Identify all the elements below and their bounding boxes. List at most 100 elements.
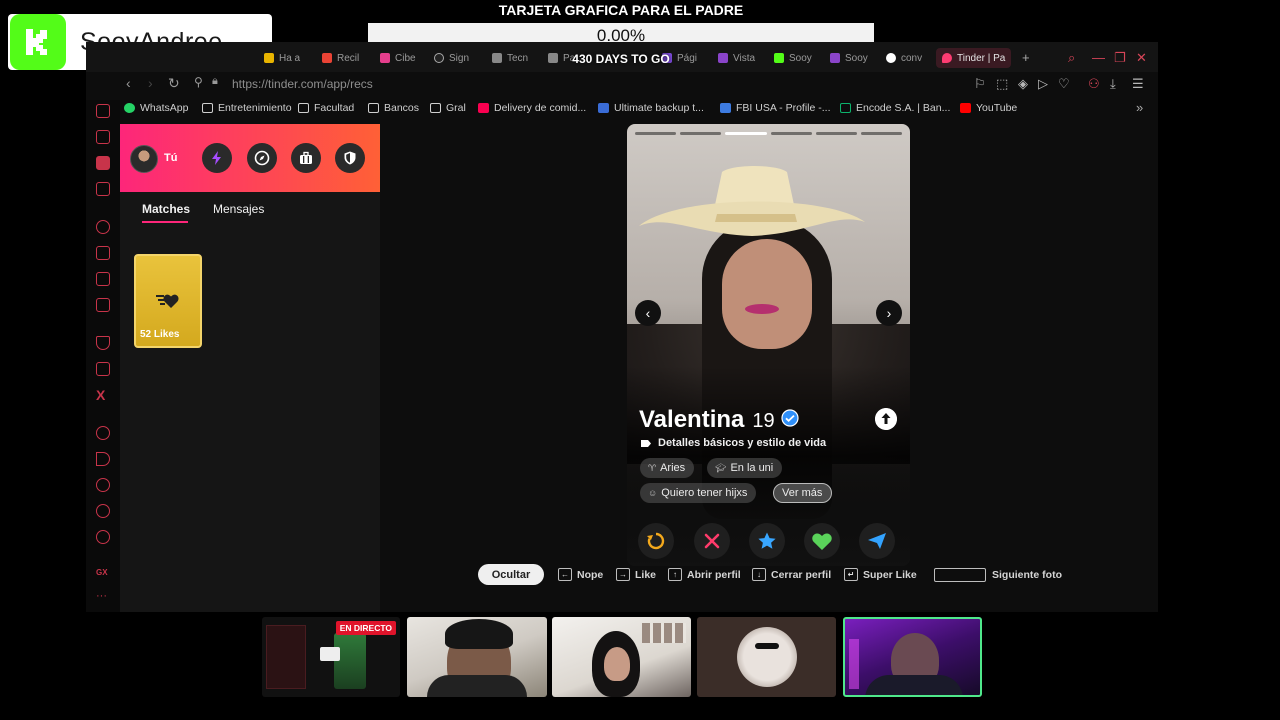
work-mode-button[interactable] <box>291 143 321 173</box>
see-more-button[interactable]: Ver más <box>773 483 833 503</box>
browser-tab[interactable]: Vista <box>718 48 755 68</box>
clock-icon[interactable] <box>96 478 110 492</box>
maximize-icon[interactable]: ❐ <box>1114 50 1126 66</box>
bookmark-encode[interactable]: Encode S.A. | Ban... <box>840 102 950 114</box>
new-tab-icon[interactable]: + <box>1022 50 1030 65</box>
next-photo-button[interactable]: › <box>876 300 902 326</box>
explore-button[interactable] <box>247 143 277 173</box>
user-label[interactable]: Tú <box>164 152 177 164</box>
sidebar-app-icon[interactable] <box>96 336 110 350</box>
pin-icon[interactable]: ⚐ <box>974 76 986 92</box>
more-icon[interactable]: ··· <box>96 591 110 606</box>
gaming-icon[interactable] <box>96 156 110 170</box>
home-icon[interactable] <box>96 104 110 118</box>
open-profile-icon[interactable] <box>875 408 897 430</box>
twitch-icon[interactable] <box>96 362 110 376</box>
play-icon[interactable]: ▷ <box>1038 76 1048 92</box>
webcam-feed-1: EN DIRECTO <box>262 617 400 697</box>
bookmark-bancos[interactable]: Bancos <box>368 102 419 114</box>
sidebar-app-icon[interactable] <box>96 182 110 196</box>
tab-label: Ha a <box>279 52 301 64</box>
photo-indicator-bar[interactable] <box>680 132 722 135</box>
photo-indicator-bar-active[interactable] <box>725 132 767 135</box>
super-like-button[interactable] <box>749 523 785 559</box>
like-button[interactable] <box>804 523 840 559</box>
photo-indicator-bar[interactable] <box>635 132 677 135</box>
tab-icon <box>434 53 444 63</box>
heart-icon[interactable]: ♡ <box>1058 76 1070 92</box>
forward-icon[interactable]: › <box>148 75 153 91</box>
sidebar-app-icon[interactable] <box>96 220 110 234</box>
browser-tab[interactable]: Sooy <box>774 48 812 68</box>
browser-sidebar: X GX ··· <box>86 100 120 612</box>
url-input[interactable]: https://tinder.com/app/recs <box>232 77 373 91</box>
bookmark-whatsapp[interactable]: WhatsApp <box>124 102 188 114</box>
send-icon[interactable] <box>96 452 110 466</box>
screenshot-icon[interactable]: ⬚ <box>996 76 1008 92</box>
hide-hints-button[interactable]: Ocultar <box>478 564 544 585</box>
nope-button[interactable] <box>694 523 730 559</box>
browser-window: Ha a Recil Cibe Sign Tecn Pa Pági Vista … <box>86 42 1158 612</box>
shield-icon[interactable]: ◈ <box>1018 76 1028 92</box>
avatar[interactable] <box>130 145 158 173</box>
shoulders-shape <box>427 675 527 697</box>
sidebar-app-icon[interactable] <box>96 130 110 144</box>
likes-card[interactable]: 52 Likes <box>134 254 202 348</box>
extensions-icon[interactable] <box>96 504 110 518</box>
bookmark-ultimate-backup[interactable]: Ultimate backup t... <box>598 102 704 114</box>
browser-tab[interactable]: Sign <box>434 48 469 68</box>
sidebar-app-icon[interactable] <box>96 426 110 440</box>
rewind-button[interactable] <box>638 523 674 559</box>
sidebar-app-icon[interactable] <box>96 246 110 260</box>
tab-matches[interactable]: Matches <box>142 202 190 216</box>
bookmark-youtube[interactable]: YouTube <box>960 102 1017 114</box>
boost-header-button[interactable] <box>202 143 232 173</box>
photo-indicator-bar[interactable] <box>770 132 812 135</box>
tab-label: Recil <box>337 52 360 64</box>
browser-tab[interactable]: Ha a <box>264 48 300 68</box>
close-x-icon <box>704 533 720 549</box>
tab-mensajes[interactable]: Mensajes <box>213 202 264 216</box>
chip-education: 🎓︎ En la uni <box>707 458 783 478</box>
settings-icon[interactable] <box>96 530 110 544</box>
browser-tab[interactable]: Sooy <box>830 48 868 68</box>
thumbnail-phone <box>334 633 366 689</box>
cowboy-hat-shape <box>639 166 865 236</box>
x-icon[interactable]: X <box>96 388 110 402</box>
browser-tab[interactable]: Recil <box>322 48 359 68</box>
minimize-icon[interactable]: — <box>1092 50 1105 65</box>
tab-label: conv <box>901 52 923 64</box>
chip-family-plans: ☺ Quiero tener hijxs <box>640 483 757 503</box>
download-icon[interactable]: ⤓ <box>1110 76 1116 92</box>
likes-count-label: 52 Likes <box>140 329 180 340</box>
previous-photo-button[interactable]: ‹ <box>635 300 661 326</box>
bookmark-facultad[interactable]: Facultad <box>298 102 354 114</box>
search-tabs-icon[interactable]: ⌕ <box>1068 50 1075 66</box>
location-icon[interactable]: ⚲ <box>194 75 203 89</box>
safety-button[interactable] <box>335 143 365 173</box>
active-browser-tab[interactable]: Tinder | Pa <box>936 48 1012 68</box>
details-line: Detalles básicos y estilo de vida <box>640 437 826 449</box>
sidebar-app-icon[interactable] <box>96 298 110 312</box>
bookmark-fbi[interactable]: FBI USA - Profile -... <box>720 102 831 114</box>
profile-card[interactable]: ‹ › Valentina 19 Detalles básicos y esti… <box>627 124 910 566</box>
bookmark-delivery[interactable]: Delivery de comid... <box>478 102 586 114</box>
back-icon[interactable]: ‹ <box>126 75 131 91</box>
photo-indicator-bar[interactable] <box>860 132 903 135</box>
gx-icon[interactable]: GX <box>96 568 110 582</box>
boost-button[interactable] <box>859 523 895 559</box>
close-icon[interactable]: ✕ <box>1136 50 1147 66</box>
browser-tab[interactable]: conv <box>886 48 922 68</box>
lock-icon[interactable]: 🔒︎ <box>212 75 218 88</box>
browser-tab[interactable]: Tecn <box>492 48 528 68</box>
bookmark-entretenimiento[interactable]: Entretenimiento <box>202 102 292 114</box>
menu-icon[interactable]: ☰ <box>1132 76 1144 92</box>
more-bookmarks-icon[interactable]: » <box>1136 100 1143 115</box>
shield-icon <box>344 151 356 165</box>
bookmark-gral[interactable]: Gral <box>430 102 466 114</box>
photo-indicator-bar[interactable] <box>815 132 857 135</box>
sidebar-app-icon[interactable] <box>96 272 110 286</box>
profile-icon[interactable]: ⚇ <box>1088 76 1100 92</box>
reload-icon[interactable]: ↻ <box>168 75 180 92</box>
browser-tab[interactable]: Cibe <box>380 48 416 68</box>
